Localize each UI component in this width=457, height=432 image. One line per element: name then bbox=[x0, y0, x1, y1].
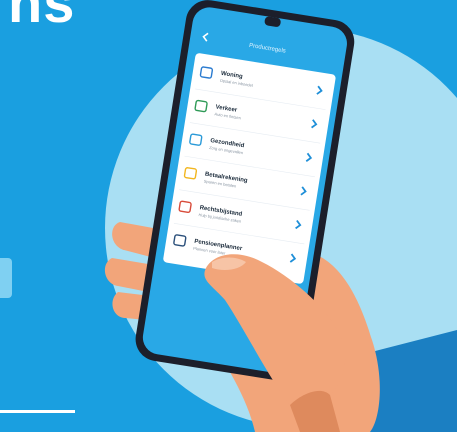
left-decor-block bbox=[0, 258, 12, 298]
corner-heading: ns bbox=[8, 0, 75, 34]
left-decor-line bbox=[0, 410, 75, 413]
illustration: Productregels WoningOpstal en inboedelVe… bbox=[0, 0, 457, 432]
